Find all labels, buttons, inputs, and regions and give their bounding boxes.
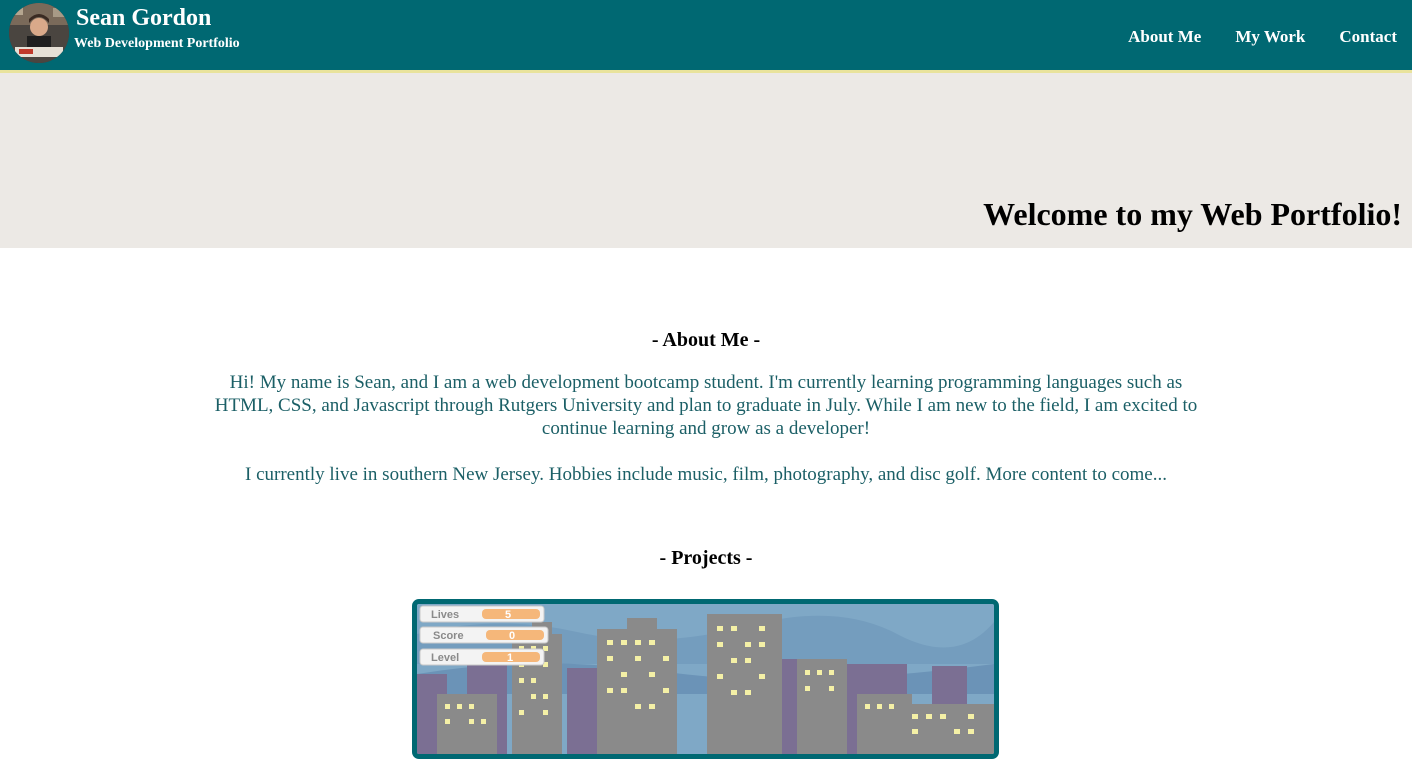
hud-score-value: 0 [509, 630, 515, 642]
hero-banner: Welcome to my Web Portfolio! [0, 73, 1412, 248]
hud-level-value: 1 [507, 652, 513, 664]
avatar [9, 3, 69, 63]
nav-link-my-work[interactable]: My Work [1235, 27, 1305, 47]
hud-score-label: Score [433, 630, 464, 642]
profile-photo [9, 3, 69, 63]
about-paragraph: I currently live in southern New Jersey.… [245, 464, 1167, 485]
site-subtitle: Web Development Portfolio [74, 36, 240, 51]
hud-lives-label: Lives [431, 609, 459, 621]
site-title: Sean Gordon [76, 5, 212, 31]
hero-title: Welcome to my Web Portfolio! [983, 196, 1402, 232]
hud-level-label: Level [431, 652, 459, 664]
hud-lives-value: 5 [505, 609, 511, 621]
about-text: Hi! My name is Sean, and I am a web deve… [200, 371, 1212, 509]
about-paragraph: Hi! My name is Sean, and I am a web deve… [214, 372, 1198, 439]
project-card-game[interactable]: Lives 5 Score 0 Level 1 [412, 599, 999, 759]
site-header: Sean Gordon Web Development Portfolio Ab… [0, 0, 1412, 73]
game-hud: Lives 5 Score 0 Level 1 [419, 605, 549, 666]
projects-heading: - Projects - [659, 547, 753, 569]
nav-link-about-me[interactable]: About Me [1128, 27, 1201, 47]
main-nav: About Me My Work Contact [1094, 27, 1397, 47]
nav-link-contact[interactable]: Contact [1339, 27, 1397, 47]
project-screenshot: Lives 5 Score 0 Level 1 [417, 604, 994, 754]
about-heading: - About Me - [651, 329, 761, 351]
